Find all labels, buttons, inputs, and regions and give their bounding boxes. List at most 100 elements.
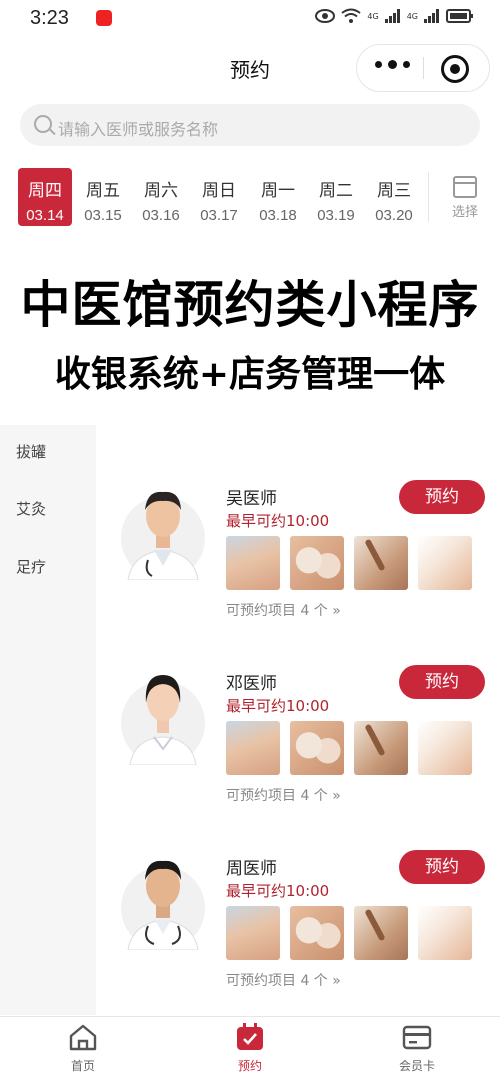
battery-icon	[446, 9, 473, 23]
earliest-time: 最早可约10:00	[226, 882, 330, 900]
more-dots-icon[interactable]	[375, 60, 410, 69]
service-thumbnail[interactable]	[418, 536, 472, 590]
banner-subheadline: 收银系统+店务管理一体	[54, 354, 446, 395]
search-placeholder: 请输入医师或服务名称	[58, 120, 219, 139]
date-divider	[428, 172, 429, 222]
avatar	[121, 491, 205, 580]
service-thumbnail[interactable]	[290, 536, 344, 590]
date-picker-label: 选择	[451, 205, 478, 220]
doctor-name: 周医师	[226, 859, 277, 879]
date-weekday: 周一	[261, 181, 295, 201]
service-thumbnails	[226, 721, 472, 775]
tab-label: 会员卡	[398, 1059, 435, 1073]
tab-booking[interactable]: 预约	[210, 1023, 290, 1074]
mini-program-capsule	[356, 44, 490, 92]
service-thumbnails	[226, 906, 472, 960]
service-thumbnail[interactable]	[226, 721, 280, 775]
sidebar-item-foot-therapy[interactable]: 足疗	[16, 556, 46, 577]
date-weekday: 周四	[28, 181, 62, 201]
service-thumbnails	[226, 536, 472, 590]
app-notification-icon	[96, 10, 112, 26]
banner-headline: 中医馆预约类小程序	[20, 276, 480, 334]
nav-bar: 预约	[0, 36, 500, 96]
book-button[interactable]: 预约	[399, 480, 485, 514]
date-weekday: 周五	[86, 181, 120, 201]
date-day: 03.14	[26, 207, 64, 224]
date-day: 03.17	[200, 207, 238, 224]
double-chevron-icon: »	[332, 788, 341, 804]
available-items-link[interactable]: 可预约项目 4 个 »	[226, 600, 341, 620]
doctor-name: 吴医师	[226, 489, 277, 509]
service-thumbnail[interactable]	[354, 906, 408, 960]
available-items-link[interactable]: 可预约项目 4 个 »	[226, 970, 341, 990]
earliest-time: 最早可约10:00	[226, 697, 330, 715]
available-items-label: 可预约项目 4 个	[226, 603, 328, 619]
date-item[interactable]: 周一 03.18	[251, 168, 305, 226]
earliest-time: 最早可约10:00	[226, 512, 330, 530]
double-chevron-icon: »	[332, 973, 341, 989]
service-thumbnail[interactable]	[354, 721, 408, 775]
calendar-icon	[453, 176, 477, 198]
status-bar: 3:23 4G 4G	[0, 0, 500, 36]
date-day: 03.20	[375, 207, 413, 224]
member-card-icon	[402, 1025, 432, 1050]
signal-icon	[384, 9, 400, 23]
service-thumbnail[interactable]	[290, 906, 344, 960]
tab-member-card[interactable]: 会员卡	[377, 1023, 457, 1074]
double-chevron-icon: »	[332, 603, 341, 619]
date-day: 03.16	[142, 207, 180, 224]
target-icon[interactable]	[441, 55, 469, 83]
tab-label: 首页	[70, 1059, 95, 1073]
date-item[interactable]: 周五 03.15	[76, 168, 130, 226]
service-thumbnail[interactable]	[354, 536, 408, 590]
signal-icon	[424, 9, 439, 23]
date-weekday: 周日	[202, 181, 236, 201]
capsule-divider	[423, 57, 424, 79]
sidebar-item-moxibustion[interactable]: 艾灸	[16, 498, 46, 519]
doctor-name: 邓医师	[226, 674, 277, 694]
service-thumbnail[interactable]	[226, 536, 280, 590]
date-weekday: 周六	[144, 181, 178, 201]
book-button[interactable]: 预约	[399, 850, 485, 884]
sidebar-item-cupping[interactable]: 拔罐	[16, 441, 46, 462]
doctor-card: 邓医师 最早可约10:00 预约 可预约项目 4 个 »	[96, 665, 500, 845]
search-input[interactable]: 请输入医师或服务名称	[20, 104, 480, 146]
service-thumbnail[interactable]	[290, 721, 344, 775]
date-day: 03.19	[317, 207, 355, 224]
book-button[interactable]: 预约	[399, 665, 485, 699]
date-day: 03.15	[84, 207, 122, 224]
service-thumbnail[interactable]	[418, 906, 472, 960]
date-strip: 周四 03.14 周五 03.15 周六 03.16 周日 03.17 周一 0…	[0, 164, 500, 228]
promo-banner: 中医馆预约类小程序 收银系统+店务管理一体	[0, 235, 500, 425]
tab-bar: 首页 预约 会员卡	[0, 1016, 500, 1076]
tab-home[interactable]: 首页	[43, 1023, 123, 1074]
status-time: 3:23	[30, 7, 69, 29]
date-item[interactable]: 周三 03.20	[367, 168, 421, 226]
avatar	[121, 860, 205, 950]
category-sidebar: 拔罐 艾灸 足疗	[0, 425, 96, 1015]
available-items-label: 可预约项目 4 个	[226, 973, 328, 989]
service-thumbnail[interactable]	[226, 906, 280, 960]
date-picker-button[interactable]: 选择	[440, 176, 490, 220]
signal-label: 4G	[406, 11, 418, 21]
avatar	[121, 675, 205, 765]
booking-icon	[237, 1023, 263, 1050]
status-icons: 4G 4G	[315, 8, 474, 24]
search-icon	[34, 115, 52, 133]
available-items-label: 可预约项目 4 个	[226, 788, 328, 804]
date-item[interactable]: 周四 03.14	[18, 168, 72, 226]
eye-icon	[315, 9, 336, 23]
signal-label: 4G	[367, 11, 379, 21]
date-item[interactable]: 周二 03.19	[309, 168, 363, 226]
date-day: 03.18	[259, 207, 297, 224]
doctor-card: 吴医师 最早可约10:00 预约 可预约项目 4 个 »	[96, 480, 500, 660]
date-item[interactable]: 周六 03.16	[134, 168, 188, 226]
date-weekday: 周三	[377, 181, 411, 201]
home-icon	[69, 1024, 97, 1051]
available-items-link[interactable]: 可预约项目 4 个 »	[226, 785, 341, 805]
wifi-icon	[341, 8, 362, 23]
doctor-card: 周医师 最早可约10:00 预约 可预约项目 4 个 »	[96, 850, 500, 1030]
service-thumbnail[interactable]	[418, 721, 472, 775]
tab-label: 预约	[237, 1059, 262, 1073]
date-item[interactable]: 周日 03.17	[192, 168, 246, 226]
